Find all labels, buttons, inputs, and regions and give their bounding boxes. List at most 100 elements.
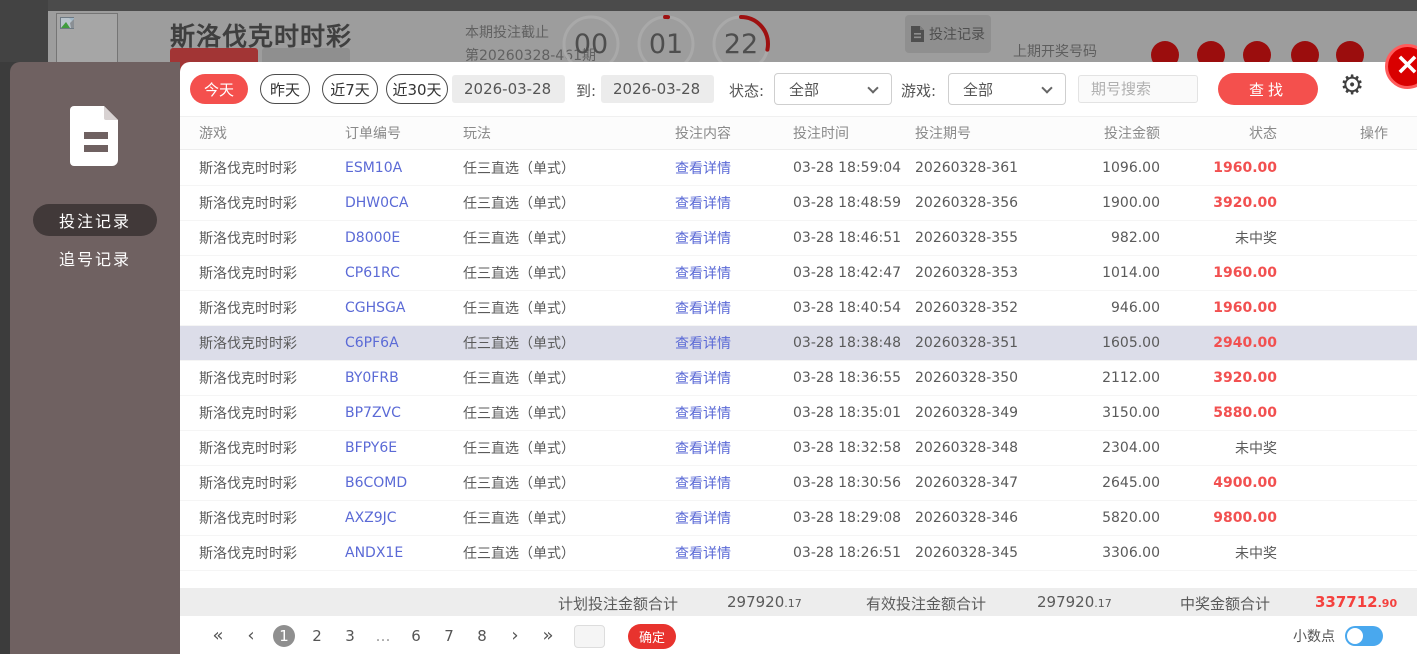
cell-time: 03-28 18:40:54 xyxy=(793,300,915,316)
order-link[interactable]: ESM10A xyxy=(345,160,463,176)
view-details-link[interactable]: 查看详情 xyxy=(675,406,731,422)
decimal-toggle-label: 小数点 xyxy=(1293,626,1335,646)
period-search-input[interactable] xyxy=(1078,75,1198,103)
order-link[interactable]: BP7ZVC xyxy=(345,405,463,421)
bet-record-button[interactable]: 投注记录 xyxy=(905,15,991,53)
date-to-input[interactable]: 2026-03-28 xyxy=(601,75,714,103)
page-number[interactable]: 7 xyxy=(438,625,460,647)
order-link[interactable]: BFPY6E xyxy=(345,440,463,456)
date-from-input[interactable]: 2026-03-28 xyxy=(452,75,565,103)
table-row: 斯洛伐克时时彩 D8000E 任三直选（单式） 查看详情 03-28 18:46… xyxy=(180,221,1417,256)
cell-time: 03-28 18:48:59 xyxy=(793,195,915,211)
prev-page-icon[interactable]: ‹ xyxy=(240,625,262,647)
first-page-icon[interactable]: « xyxy=(207,625,229,647)
view-details-link[interactable]: 查看详情 xyxy=(675,441,731,457)
view-details-link[interactable]: 查看详情 xyxy=(675,476,731,492)
cell-status: 1960.00 xyxy=(1160,300,1277,316)
order-link[interactable]: B6COMD xyxy=(345,475,463,491)
quick-range-label: 今天 xyxy=(204,79,234,100)
cell-status: 未中奖 xyxy=(1160,228,1277,248)
gear-icon[interactable]: ⚙ xyxy=(1340,70,1364,101)
record-sidebar: 投注记录 追号记录 xyxy=(10,62,180,654)
view-details-link[interactable]: 查看详情 xyxy=(675,161,731,177)
cell-status: 2940.00 xyxy=(1160,335,1277,351)
quick-range-button[interactable]: 今天 xyxy=(190,74,248,104)
screen: 斯洛伐克时时彩 本期投注截止 第20260328-461期 00 01 22 投… xyxy=(0,0,1417,654)
view-details-link[interactable]: 查看详情 xyxy=(675,231,731,247)
status-select[interactable]: 全部 xyxy=(774,73,892,105)
page-number[interactable]: 8 xyxy=(471,625,493,647)
quick-range-button[interactable]: 昨天 xyxy=(260,74,310,104)
cell-game: 斯洛伐克时时彩 xyxy=(199,543,345,563)
sidebar-item-bet-records[interactable]: 投注记录 xyxy=(33,204,157,236)
sidebar-item-chase-records[interactable]: 追号记录 xyxy=(10,246,180,270)
table-body: 斯洛伐克时时彩 ESM10A 任三直选（单式） 查看详情 03-28 18:59… xyxy=(180,151,1417,571)
table-row: 斯洛伐克时时彩 B6COMD 任三直选（单式） 查看详情 03-28 18:30… xyxy=(180,466,1417,501)
view-details-link[interactable]: 查看详情 xyxy=(675,196,731,212)
quick-range-button[interactable]: 近30天 xyxy=(386,74,448,104)
order-link[interactable]: C6PF6A xyxy=(345,335,463,351)
order-link[interactable]: CP61RC xyxy=(345,265,463,281)
search-button[interactable]: 查找 xyxy=(1218,73,1318,105)
cell-game: 斯洛伐克时时彩 xyxy=(199,228,345,248)
order-link[interactable]: BY0FRB xyxy=(345,370,463,386)
background-left-rail xyxy=(0,0,48,62)
table-header: 游戏 订单编号 玩法 投注内容 投注时间 投注期号 投注金额 状态 操作 xyxy=(180,116,1417,150)
close-icon: × xyxy=(1395,50,1417,80)
view-details-link[interactable]: 查看详情 xyxy=(675,301,731,317)
cell-amount: 1900.00 xyxy=(1065,195,1160,211)
order-link[interactable]: AXZ9JC xyxy=(345,510,463,526)
cell-period: 20260328-345 xyxy=(915,545,1065,561)
view-details-link[interactable]: 查看详情 xyxy=(675,266,731,282)
cell-time: 03-28 18:38:48 xyxy=(793,335,915,351)
order-link[interactable]: CGHSGA xyxy=(345,300,463,316)
status-label: 状态: xyxy=(729,80,764,101)
quick-range-button[interactable]: 近7天 xyxy=(322,74,378,104)
chevron-down-icon xyxy=(867,82,878,93)
order-link[interactable]: D8000E xyxy=(345,230,463,246)
confirm-button[interactable]: 确定 xyxy=(628,624,676,649)
last-page-icon[interactable]: » xyxy=(537,625,559,647)
cell-play: 任三直选（单式） xyxy=(463,438,675,458)
cell-time: 03-28 18:29:08 xyxy=(793,510,915,526)
broken-image-icon xyxy=(60,17,76,31)
quick-range-label: 近7天 xyxy=(330,79,370,100)
next-page-icon[interactable]: › xyxy=(504,625,526,647)
table-row: 斯洛伐克时时彩 AXZ9JC 任三直选（单式） 查看详情 03-28 18:29… xyxy=(180,501,1417,536)
cell-period: 20260328-347 xyxy=(915,475,1065,491)
summary-bar: 计划投注金额合计 297920.17 有效投注金额合计 297920.17 中奖… xyxy=(180,588,1417,616)
decimal-toggle[interactable] xyxy=(1345,626,1383,646)
cell-amount: 946.00 xyxy=(1065,300,1160,316)
cell-period: 20260328-356 xyxy=(915,195,1065,211)
pagination: « ‹ 1 2 3 … 6 7 8 › » 确定 xyxy=(207,624,676,648)
page-number[interactable]: 3 xyxy=(339,625,361,647)
page-number[interactable]: 2 xyxy=(306,625,328,647)
view-details-link[interactable]: 查看详情 xyxy=(675,371,731,387)
order-link[interactable]: ANDX1E xyxy=(345,545,463,561)
view-details-link[interactable]: 查看详情 xyxy=(675,511,731,527)
sidebar-item-label: 投注记录 xyxy=(59,208,131,232)
page-number[interactable]: 1 xyxy=(273,625,295,647)
to-label: 到: xyxy=(576,80,596,101)
page-jump-input[interactable] xyxy=(574,625,605,648)
page-number[interactable]: 6 xyxy=(405,625,427,647)
game-select[interactable]: 全部 xyxy=(948,73,1066,105)
cell-period: 20260328-348 xyxy=(915,440,1065,456)
page-number[interactable]: … xyxy=(372,625,394,647)
cell-amount: 2645.00 xyxy=(1065,475,1160,491)
cell-status: 1960.00 xyxy=(1160,160,1277,176)
order-link[interactable]: DHW0CA xyxy=(345,195,463,211)
game-select-value: 全部 xyxy=(963,79,993,100)
cell-period: 20260328-349 xyxy=(915,405,1065,421)
table-row: 斯洛伐克时时彩 CP61RC 任三直选（单式） 查看详情 03-28 18:42… xyxy=(180,256,1417,291)
column-header-period: 投注期号 xyxy=(915,123,1065,143)
sidebar-item-label: 追号记录 xyxy=(59,250,131,269)
document-icon xyxy=(70,106,122,170)
view-details-link[interactable]: 查看详情 xyxy=(675,546,731,562)
cell-amount: 2304.00 xyxy=(1065,440,1160,456)
cell-status: 3920.00 xyxy=(1160,195,1277,211)
view-details-link[interactable]: 查看详情 xyxy=(675,336,731,352)
cell-play: 任三直选（单式） xyxy=(463,333,675,353)
cell-amount: 3306.00 xyxy=(1065,545,1160,561)
document-icon xyxy=(911,26,924,42)
